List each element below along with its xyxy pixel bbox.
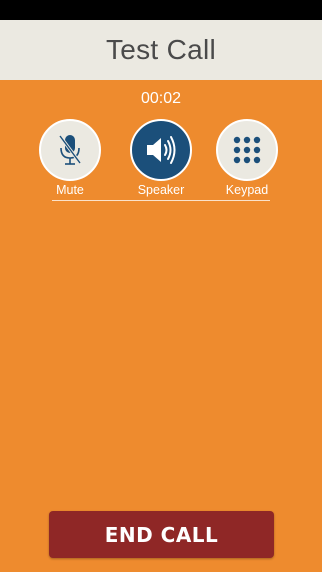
- mute-button[interactable]: Mute: [30, 119, 110, 197]
- end-call-button[interactable]: END CALL: [49, 511, 274, 558]
- title-bar: Test Call: [0, 20, 322, 80]
- keypad-label: Keypad: [225, 183, 269, 197]
- page-title: Test Call: [105, 34, 217, 65]
- mute-button-circle[interactable]: [39, 119, 101, 181]
- microphone-muted-icon: [58, 135, 82, 165]
- call-controls: Mute Speaker Keypad: [0, 119, 322, 201]
- keypad-button-circle[interactable]: [216, 119, 278, 181]
- speaker-label: Speaker: [137, 183, 185, 197]
- keypad-button[interactable]: Keypad: [207, 119, 287, 197]
- speaker-button[interactable]: Speaker: [121, 119, 201, 197]
- speaker-icon: [147, 136, 176, 164]
- call-screen: Test Call 00:02 Mute Speaker Keypad END …: [0, 0, 322, 572]
- status-bar: [0, 0, 322, 20]
- keypad-icon: [233, 136, 261, 164]
- call-timer: 00:02: [140, 90, 182, 107]
- controls-divider: [52, 200, 270, 201]
- speaker-button-circle[interactable]: [130, 119, 192, 181]
- mute-label: Mute: [56, 183, 84, 197]
- end-call-label: END CALL: [104, 522, 219, 547]
